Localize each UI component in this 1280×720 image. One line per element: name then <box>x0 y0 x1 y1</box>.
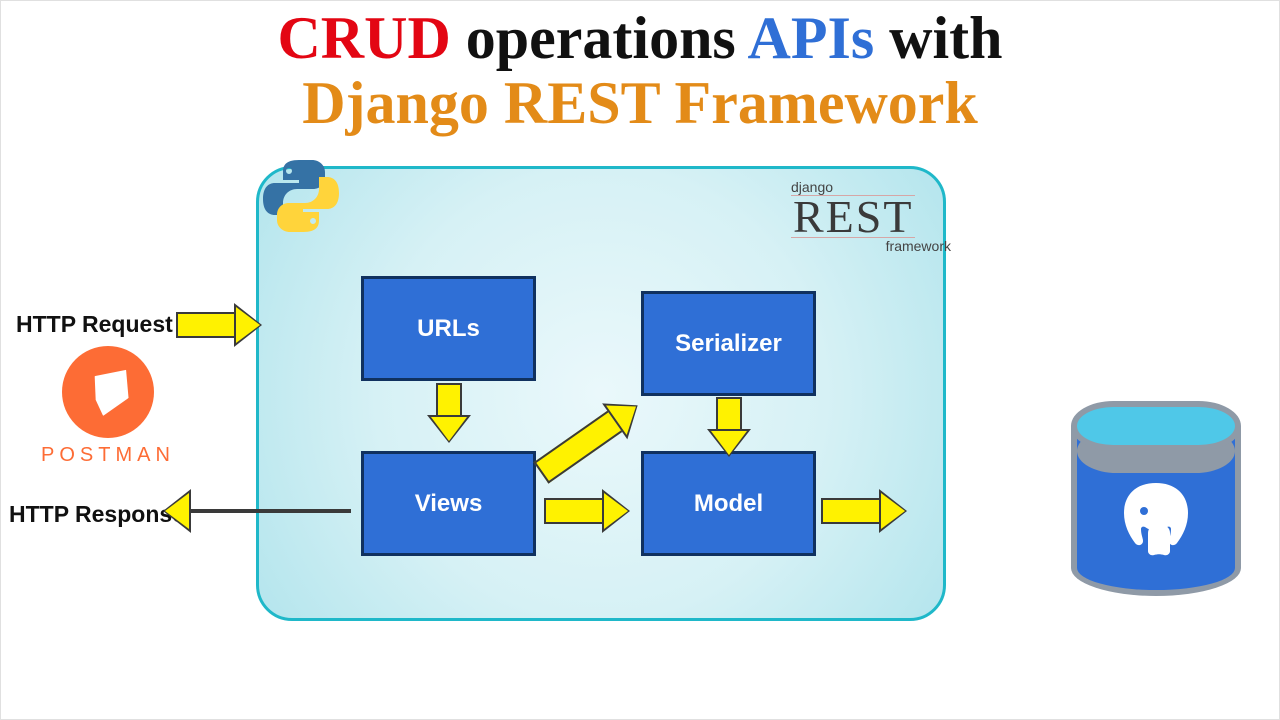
python-icon <box>261 156 341 236</box>
title-word-crud: CRUD <box>277 5 450 71</box>
postman-logo: POSTMAN <box>41 346 175 467</box>
postman-icon <box>62 346 154 438</box>
node-serializer: Serializer <box>641 291 816 396</box>
arrow-request-to-urls <box>176 303 262 347</box>
http-response-label: HTTP Response <box>9 501 185 528</box>
title-word-operations: operations <box>451 5 748 71</box>
arrow-model-to-database <box>821 489 907 533</box>
arrow-views-to-response <box>163 489 351 533</box>
postgresql-database-icon <box>1071 401 1241 611</box>
drf-logo: django REST framework <box>791 179 951 254</box>
arrow-serializer-to-model <box>707 397 751 457</box>
drf-mid: REST <box>791 195 915 238</box>
node-views: Views <box>361 451 536 556</box>
postgresql-elephant-icon <box>1106 471 1206 571</box>
title-subtitle: Django REST Framework <box>1 72 1279 135</box>
node-urls: URLs <box>361 276 536 381</box>
arrow-views-to-model <box>544 489 630 533</box>
page-title: CRUD operations APIs with Django REST Fr… <box>1 1 1279 135</box>
arrow-urls-to-views <box>427 383 471 443</box>
title-word-apis: APIs <box>747 5 874 71</box>
http-request-label: HTTP Request <box>16 311 173 338</box>
node-model: Model <box>641 451 816 556</box>
title-word-with: with <box>874 5 1002 71</box>
postman-label: POSTMAN <box>41 444 175 467</box>
